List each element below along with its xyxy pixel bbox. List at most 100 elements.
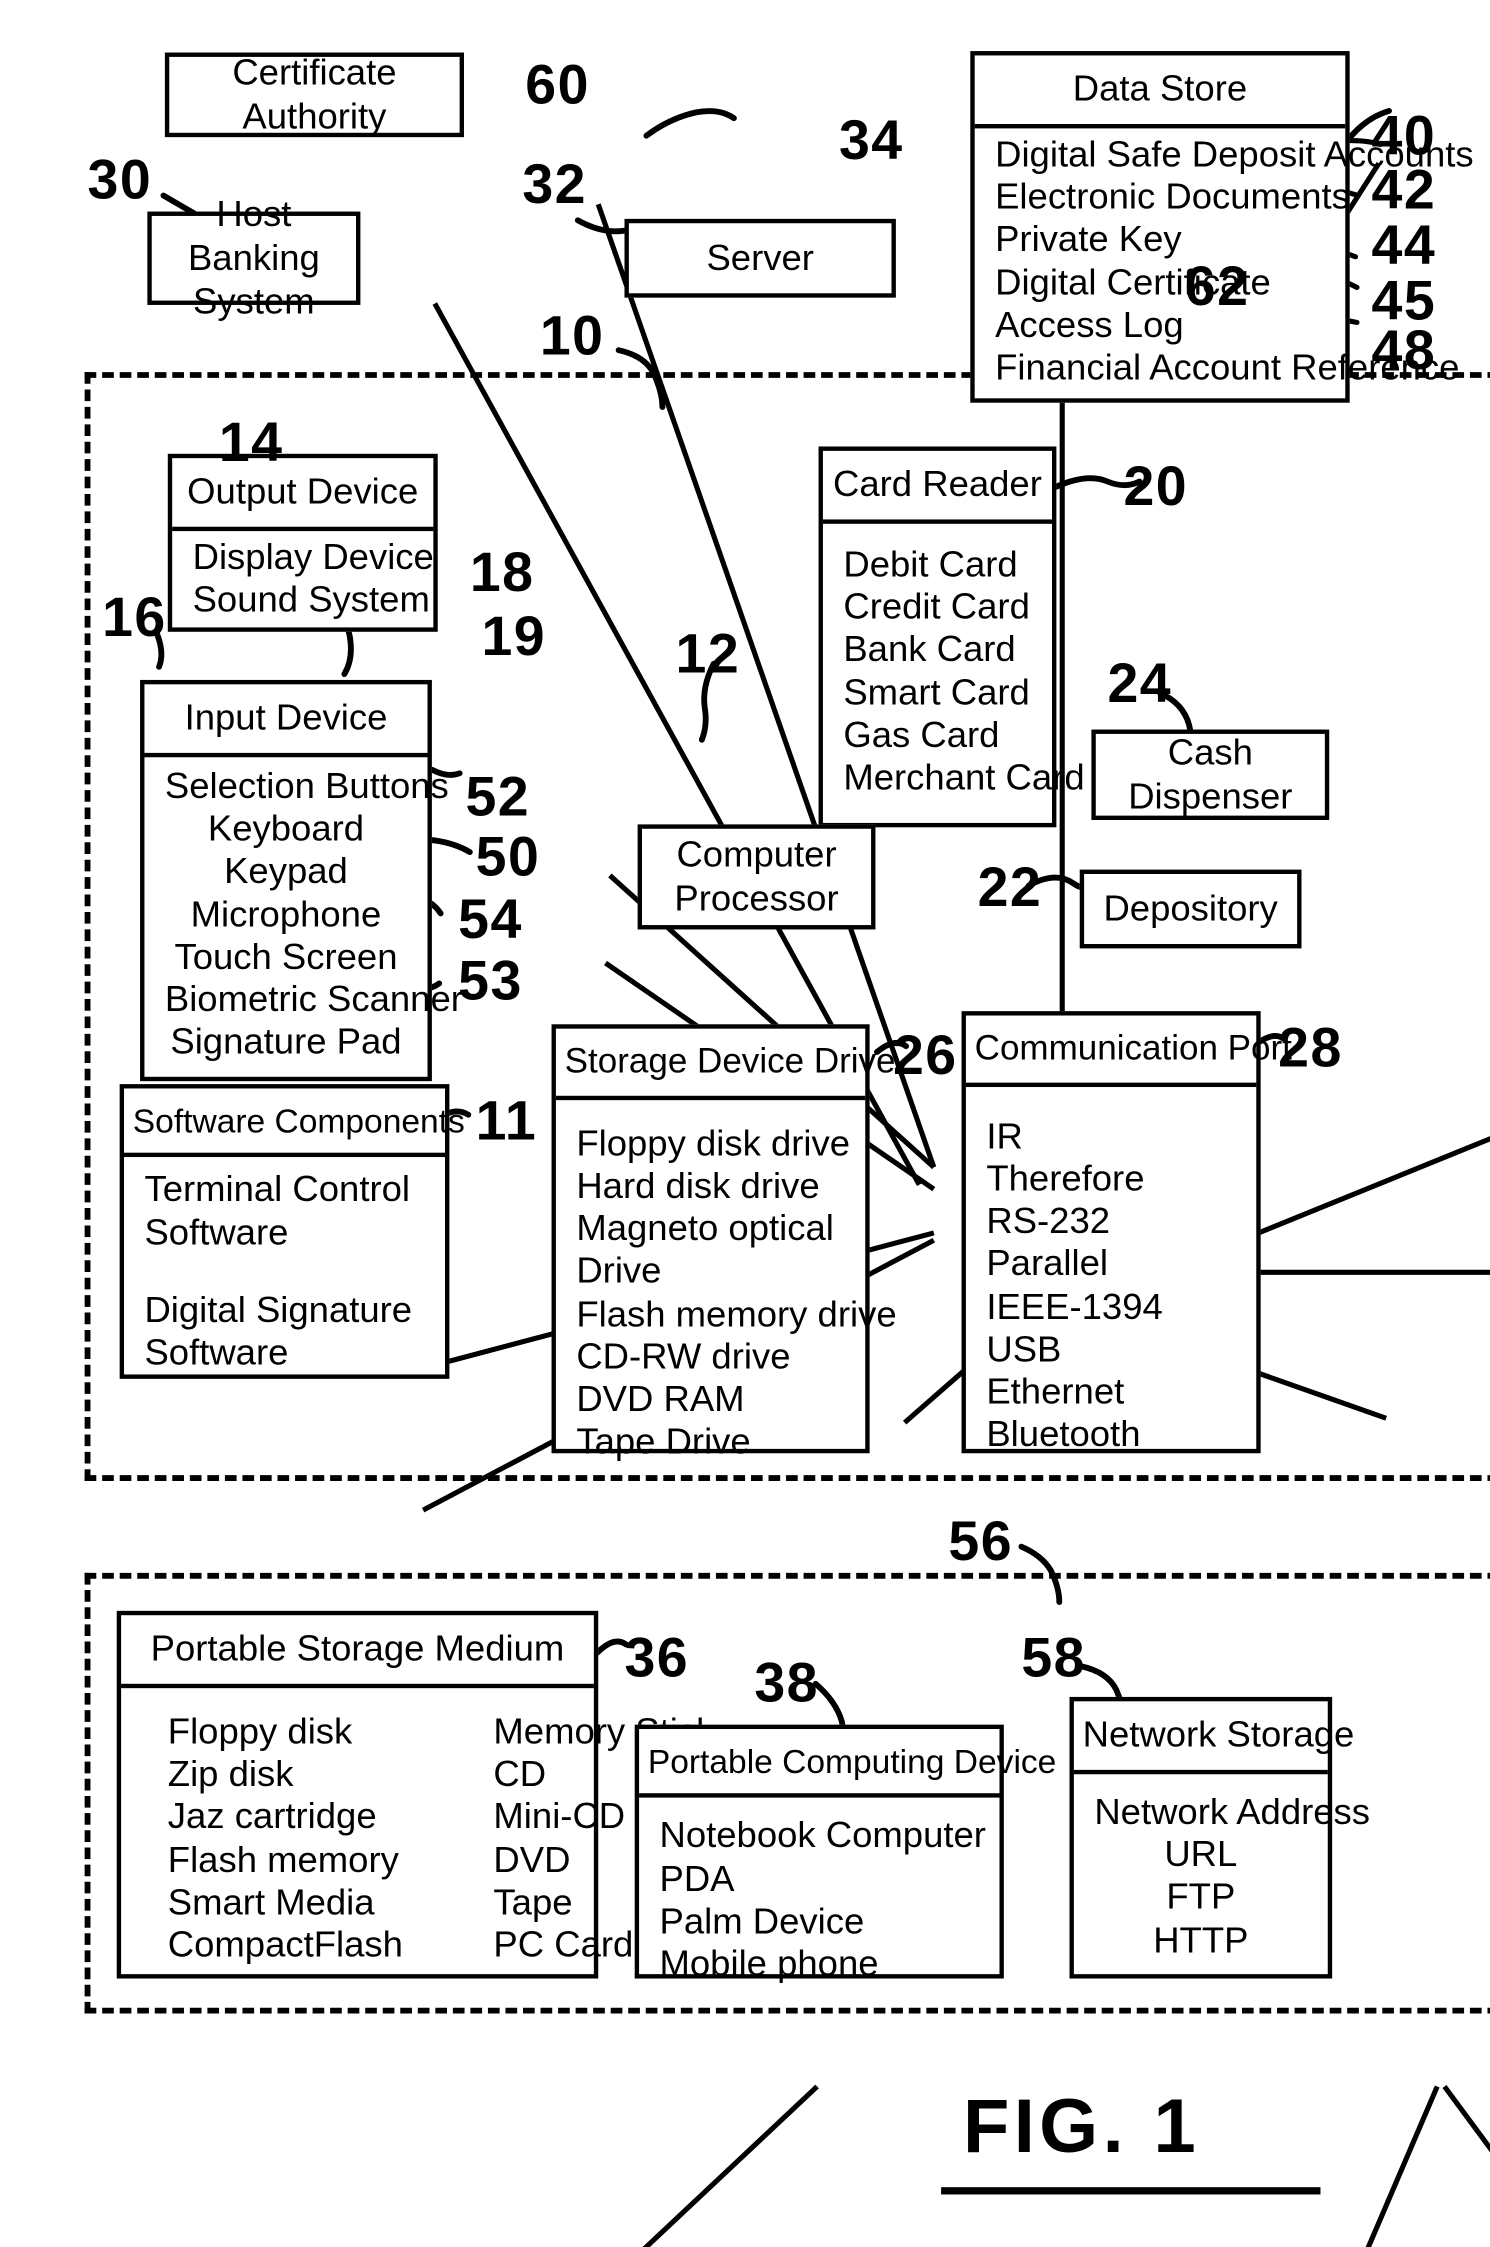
- output-device-title: Output Device: [172, 458, 434, 531]
- software-components-box[interactable]: Software Components Terminal Control Sof…: [119, 1084, 465, 1379]
- network-storage-box[interactable]: Network Storage Network Address URL FTP …: [1069, 1696, 1371, 1979]
- certificate-authority-box[interactable]: Certificate Authority: [164, 52, 464, 138]
- output-device-item: Display Device: [192, 536, 434, 578]
- ref-52: 52: [465, 767, 531, 829]
- data-store-item: Private Key: [995, 219, 1182, 261]
- portable-computing-item: Notebook Computer: [659, 1815, 986, 1857]
- computer-processor-box[interactable]: Computer Processor: [637, 824, 876, 930]
- communication-port-item: Therefore: [986, 1158, 1145, 1200]
- data-store-title: Data Store: [974, 55, 1346, 129]
- host-banking-system-box[interactable]: Host Banking System: [147, 194, 361, 322]
- portable-storage-item: CompactFlash: [167, 1924, 403, 1966]
- figure-caption: FIG. 1: [963, 2085, 1201, 2170]
- software-components-title: Software Components: [124, 1088, 465, 1158]
- output-device-item: Sound System: [192, 579, 430, 621]
- network-storage-title: Network Storage: [1073, 1701, 1354, 1774]
- output-device-box[interactable]: Output Device Display Device Sound Syste…: [167, 453, 438, 633]
- ref-53: 53: [458, 951, 523, 1013]
- card-reader-item: Credit Card: [843, 586, 1030, 628]
- card-reader-item: Gas Card: [843, 714, 1000, 756]
- ref-38: 38: [754, 1653, 819, 1715]
- storage-device-drive-title: Storage Device Drive: [555, 1029, 896, 1100]
- ref-24: 24: [1107, 653, 1173, 715]
- data-store-item: Financial Account Reference: [995, 347, 1460, 389]
- ref-60: 60: [525, 55, 590, 117]
- storage-device-drive-item: Magneto optical: [576, 1208, 834, 1250]
- ref-18: 18: [469, 542, 535, 605]
- input-device-item: Touch Screen: [174, 936, 398, 978]
- portable-computing-device-box[interactable]: Portable Computing Device Notebook Compu…: [634, 1724, 1056, 1985]
- portable-computing-device-title: Portable Computing Device: [639, 1729, 1056, 1799]
- storage-device-drive-item: Hard disk drive: [576, 1165, 820, 1207]
- software-components-item: Software: [144, 1212, 289, 1253]
- network-storage-item: FTP: [1166, 1876, 1236, 1918]
- ref-11: 11: [475, 1091, 538, 1153]
- portable-computing-item: PDA: [659, 1858, 735, 1900]
- portable-computing-item: Palm Device: [659, 1901, 865, 1942]
- input-device-box[interactable]: Input Device Selection Buttons Keyboard …: [140, 679, 463, 1081]
- cash-dispenser-box[interactable]: Cash Dispenser: [1091, 729, 1330, 821]
- communication-port-item: USB: [986, 1329, 1062, 1370]
- software-components-item: Terminal Control: [144, 1169, 411, 1211]
- portable-computing-item: Mobile phone: [659, 1943, 879, 1985]
- storage-device-drive-item: Tape Drive: [576, 1421, 751, 1463]
- card-reader-item: Bank Card: [843, 629, 1016, 671]
- data-store-box[interactable]: Data Store Digital Safe Deposit Accounts…: [970, 51, 1474, 404]
- ref-32: 32: [522, 154, 587, 216]
- software-components-item: [124, 1255, 445, 1290]
- ref-30: 30: [87, 150, 153, 212]
- computer-processor-label: Computer Processor: [674, 834, 839, 920]
- ref-44: 44: [1371, 215, 1437, 278]
- ref-12: 12: [675, 624, 741, 686]
- communication-port-item: Parallel: [986, 1243, 1108, 1285]
- ref-54: 54: [458, 890, 523, 952]
- figure-caption-underline: [941, 2187, 1321, 2195]
- data-store-item: Digital Certificate: [995, 261, 1271, 303]
- network-storage-item: HTTP: [1153, 1919, 1249, 1961]
- ref-26: 26: [892, 1025, 958, 1088]
- input-device-item: Selection Buttons: [164, 765, 449, 807]
- communication-port-item: RS-232: [986, 1200, 1111, 1242]
- portable-storage-item: Floppy disk: [167, 1711, 353, 1753]
- ref-50: 50: [475, 827, 541, 889]
- communication-port-item: IEEE-1394: [986, 1286, 1163, 1328]
- storage-device-drive-item: Flash memory drive: [576, 1293, 897, 1335]
- communication-port-item: IR: [986, 1115, 1023, 1157]
- software-components-item: Software: [144, 1332, 289, 1374]
- portable-storage-medium-box[interactable]: Portable Storage Medium Floppy disk Zip …: [116, 1610, 714, 1979]
- storage-device-drive-item: Floppy disk drive: [576, 1122, 851, 1164]
- storage-device-drive-box[interactable]: Storage Device Drive Floppy disk drive H…: [551, 1024, 897, 1463]
- software-components-item: Digital Signature: [144, 1289, 413, 1331]
- input-device-title: Input Device: [144, 684, 428, 757]
- storage-device-drive-item: DVD RAM: [576, 1378, 745, 1420]
- ref-28: 28: [1278, 1018, 1343, 1080]
- communication-port-item: Ethernet: [986, 1371, 1125, 1413]
- certificate-authority-label: Certificate Authority: [232, 52, 397, 138]
- input-device-item: Biometric Scanner: [164, 979, 463, 1020]
- data-store-item: Digital Safe Deposit Accounts: [995, 133, 1474, 175]
- ref-56: 56: [948, 1511, 1014, 1573]
- portable-storage-item: Smart Media: [167, 1881, 375, 1923]
- ref-20: 20: [1123, 456, 1189, 518]
- ref-42: 42: [1371, 160, 1437, 222]
- card-reader-box[interactable]: Card Reader Debit Card Credit Card Bank …: [818, 446, 1085, 828]
- depository-box[interactable]: Depository: [1079, 869, 1302, 949]
- storage-device-drive-item: Drive: [576, 1250, 662, 1292]
- input-device-item: Microphone: [190, 893, 382, 935]
- ref-22: 22: [977, 857, 1043, 920]
- network-storage-item: Network Address: [1094, 1791, 1371, 1833]
- input-device-item: Signature Pad: [170, 1021, 402, 1063]
- communication-port-box[interactable]: Communication Port IR Therefore RS-232 P…: [961, 1011, 1292, 1455]
- portable-storage-medium-title: Portable Storage Medium: [121, 1615, 594, 1688]
- ref-48: 48: [1371, 321, 1437, 383]
- network-storage-item: URL: [1164, 1834, 1238, 1875]
- portable-storage-item: Zip disk: [167, 1753, 294, 1795]
- card-reader-item: Merchant Card: [843, 757, 1085, 799]
- ref-10: 10: [539, 306, 605, 368]
- portable-storage-item: Jaz cartridge: [167, 1796, 377, 1838]
- ref-14: 14: [218, 412, 284, 475]
- data-store-item: Access Log: [995, 304, 1184, 346]
- ref-16: 16: [102, 588, 167, 650]
- server-box[interactable]: Server: [624, 218, 896, 298]
- card-reader-item: Smart Card: [843, 671, 1030, 713]
